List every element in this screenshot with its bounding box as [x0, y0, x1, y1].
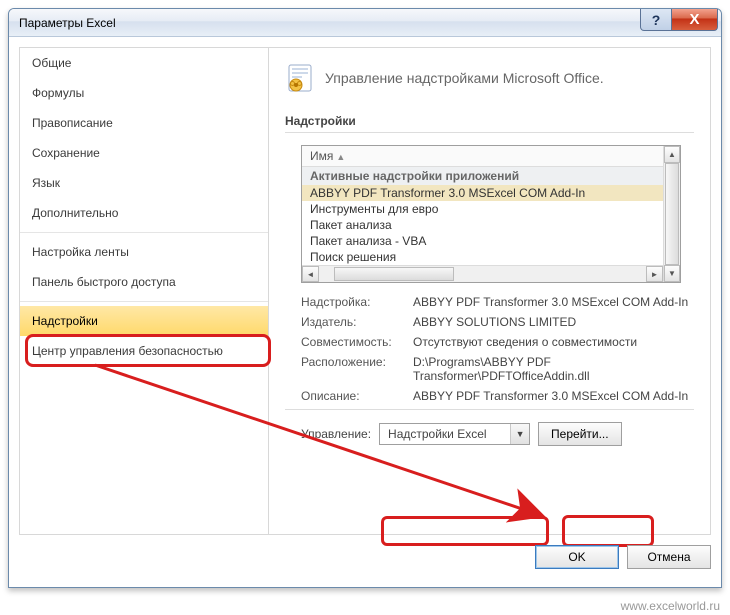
sidebar: Общие Формулы Правописание Сохранение Яз… — [19, 47, 269, 535]
vertical-scrollbar[interactable]: ▲ ▼ — [663, 146, 680, 282]
sidebar-item-general[interactable]: Общие — [20, 48, 268, 78]
manage-combo-value: Надстройки Excel — [380, 424, 510, 444]
section-rule — [285, 132, 694, 133]
sidebar-item-customize-ribbon[interactable]: Настройка ленты — [20, 237, 268, 267]
detail-label-description: Описание: — [301, 389, 413, 403]
window-controls: ? X — [640, 9, 718, 31]
help-button[interactable]: ? — [640, 9, 672, 31]
section-rule — [285, 409, 694, 410]
addin-details: Надстройка: ABBYY PDF Transformer 3.0 MS… — [301, 295, 694, 403]
manage-label: Управление: — [301, 427, 371, 441]
content-title: Управление надстройками Microsoft Office… — [325, 70, 604, 86]
manage-row: Управление: Надстройки Excel ▼ Перейти..… — [301, 422, 694, 446]
detail-label-compat: Совместимость: — [301, 335, 413, 349]
detail-label-addin: Надстройка: — [301, 295, 413, 309]
detail-value-location: D:\Programs\ABBYY PDF Transformer\PDFTOf… — [413, 355, 694, 383]
annotation-ring-go — [562, 515, 654, 547]
scroll-track[interactable] — [664, 163, 680, 265]
list-item[interactable]: Пакет анализа - VBA — [302, 233, 680, 249]
sidebar-separator — [20, 301, 268, 302]
annotation-ring-combo — [381, 516, 549, 546]
content-pane: Управление надстройками Microsoft Office… — [269, 47, 711, 535]
detail-value-compat: Отсутствуют сведения о совместимости — [413, 335, 694, 349]
list-item[interactable]: Инструменты для евро — [302, 201, 680, 217]
list-column-header[interactable]: Имя▲ — [302, 146, 680, 167]
sidebar-item-formulas[interactable]: Формулы — [20, 78, 268, 108]
ok-button[interactable]: OK — [535, 545, 619, 569]
close-button[interactable]: X — [672, 9, 718, 31]
dialog-footer: OK Отмена — [19, 545, 711, 575]
watermark-text: www.excelworld.ru — [621, 599, 720, 613]
sidebar-item-language[interactable]: Язык — [20, 168, 268, 198]
go-button[interactable]: Перейти... — [538, 422, 622, 446]
list-item[interactable]: Поиск решения — [302, 249, 680, 265]
window-title: Параметры Excel — [19, 16, 116, 30]
scroll-thumb[interactable] — [665, 163, 679, 265]
scroll-thumb[interactable] — [334, 267, 454, 281]
list-item[interactable]: Пакет анализа — [302, 217, 680, 233]
scroll-left-button[interactable]: ◄ — [302, 266, 319, 282]
detail-value-addin: ABBYY PDF Transformer 3.0 MSExcel COM Ad… — [413, 295, 694, 309]
chevron-down-icon[interactable]: ▼ — [510, 424, 529, 444]
detail-label-publisher: Издатель: — [301, 315, 413, 329]
sort-arrow-icon: ▲ — [336, 152, 345, 162]
scroll-track[interactable] — [319, 266, 646, 282]
sidebar-item-trust-center[interactable]: Центр управления безопасностью — [20, 336, 268, 366]
sidebar-item-save[interactable]: Сохранение — [20, 138, 268, 168]
scroll-up-button[interactable]: ▲ — [664, 146, 680, 163]
list-column-name: Имя — [310, 149, 333, 163]
titlebar: Параметры Excel ? X — [9, 9, 721, 37]
detail-value-description: ABBYY PDF Transformer 3.0 MSExcel COM Ad… — [413, 389, 694, 403]
sidebar-item-advanced[interactable]: Дополнительно — [20, 198, 268, 228]
cancel-button[interactable]: Отмена — [627, 545, 711, 569]
scroll-right-button[interactable]: ► — [646, 266, 663, 282]
horizontal-scrollbar[interactable]: ◄ ► — [302, 265, 663, 282]
list-item[interactable]: ABBYY PDF Transformer 3.0 MSExcel COM Ad… — [302, 185, 680, 201]
sidebar-item-proofing[interactable]: Правописание — [20, 108, 268, 138]
section-label-addins: Надстройки — [285, 114, 694, 128]
dialog-window: Параметры Excel ? X Общие Формулы Правоп… — [8, 8, 722, 588]
sidebar-separator — [20, 232, 268, 233]
addins-listbox[interactable]: Имя▲ Активные надстройки приложений ABBY… — [301, 145, 681, 283]
content-header: Управление надстройками Microsoft Office… — [285, 62, 694, 94]
sidebar-item-quick-access[interactable]: Панель быстрого доступа — [20, 267, 268, 297]
detail-value-publisher: ABBYY SOLUTIONS LIMITED — [413, 315, 694, 329]
manage-combobox[interactable]: Надстройки Excel ▼ — [379, 423, 530, 445]
detail-label-location: Расположение: — [301, 355, 413, 383]
scroll-down-button[interactable]: ▼ — [664, 265, 680, 282]
addins-icon — [285, 62, 317, 94]
list-group-active: Активные надстройки приложений — [302, 167, 680, 185]
dialog-body: Общие Формулы Правописание Сохранение Яз… — [19, 47, 711, 535]
sidebar-item-addins[interactable]: Надстройки — [20, 306, 268, 336]
